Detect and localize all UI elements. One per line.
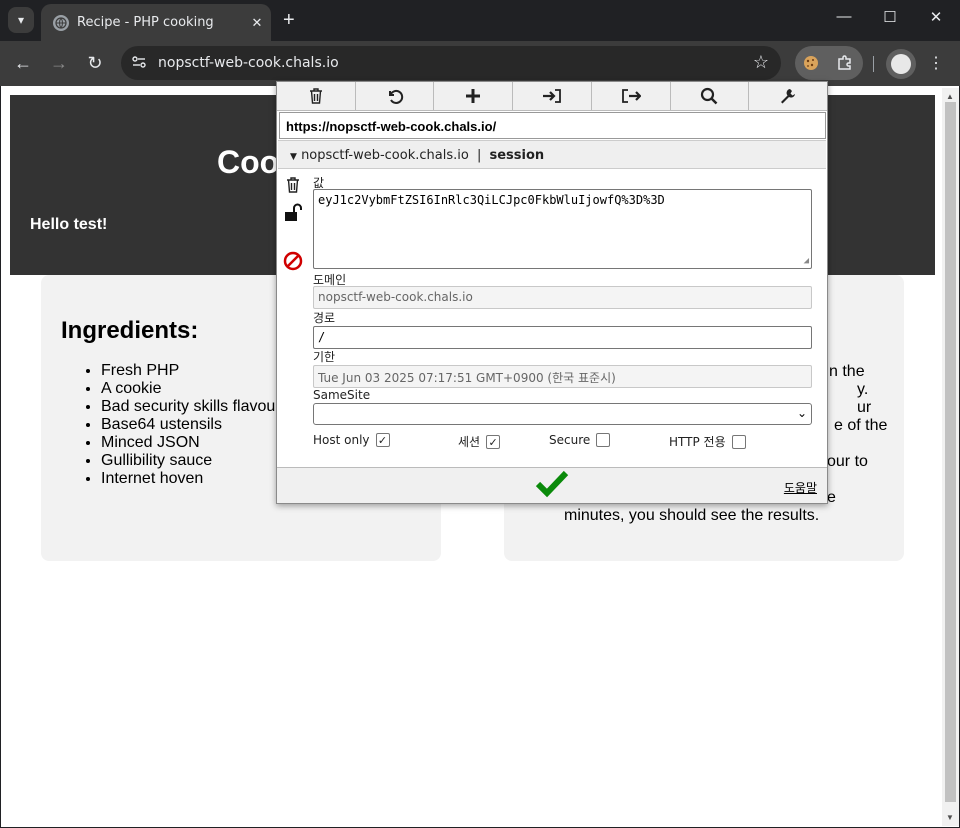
scroll-down-arrow[interactable]: ▼ bbox=[946, 813, 954, 822]
value-text: eyJ1c2VybmFtZSI6InRlc3QiLCJpc0FkbWluIjow… bbox=[318, 193, 665, 207]
instruction-fragment: minutes, you should see the results. bbox=[564, 507, 820, 524]
tab-search-button[interactable]: ▾ bbox=[8, 7, 34, 33]
title-bar: ▾ Recipe - PHP cooking ✕ + — ☐ ✕ bbox=[0, 0, 960, 41]
cookie-editor-footer: 도움말 bbox=[277, 467, 827, 503]
trash-icon[interactable] bbox=[277, 82, 356, 110]
close-icon[interactable]: ✕ bbox=[243, 15, 271, 31]
toolbar-separator bbox=[873, 56, 874, 72]
trash-icon[interactable] bbox=[283, 176, 303, 196]
expires-field: Tue Jun 03 2025 07:17:51 GMT+0900 (한국 표준… bbox=[313, 365, 812, 388]
unlock-icon[interactable] bbox=[283, 203, 303, 223]
path-label: 경로 bbox=[313, 311, 336, 325]
list-item: Bad security skills flavour bbox=[101, 398, 281, 416]
secure-checkbox[interactable] bbox=[596, 433, 611, 447]
forward-icon[interactable]: → bbox=[47, 53, 71, 73]
site-info-icon[interactable] bbox=[131, 54, 149, 72]
scroll-thumb[interactable] bbox=[945, 102, 956, 802]
chevron-down-icon: ▼ bbox=[290, 152, 297, 162]
list-item: Gullibility sauce bbox=[101, 452, 281, 470]
list-item: Internet hoven bbox=[101, 470, 281, 488]
cookie-header[interactable]: ▼ nopsctf-web-cook.chals.io | session bbox=[278, 140, 826, 169]
puzzle-icon[interactable] bbox=[827, 46, 863, 80]
samesite-label: SameSite bbox=[313, 388, 371, 402]
instruction-fragment: our to bbox=[827, 453, 868, 470]
help-link[interactable]: 도움말 bbox=[784, 479, 817, 496]
list-item: Fresh PHP bbox=[101, 362, 281, 380]
cookie-name: session bbox=[489, 148, 545, 163]
httponly-option: HTTP 전용 bbox=[669, 433, 746, 450]
samesite-select[interactable]: ⌄ bbox=[313, 403, 812, 425]
instruction-fragment: e bbox=[827, 489, 836, 506]
secure-option: Secure bbox=[549, 433, 611, 447]
list-item: Minced JSON bbox=[101, 434, 281, 452]
back-icon[interactable]: ← bbox=[11, 53, 35, 73]
value-textarea[interactable]: eyJ1c2VybmFtZSI6InRlc3QiLCJpc0FkbWluIjow… bbox=[313, 189, 812, 269]
page-title: Coo bbox=[217, 144, 280, 180]
wrench-icon[interactable] bbox=[749, 82, 827, 110]
header-separator: | bbox=[476, 148, 482, 163]
cookie-editor-popup: https://nopsctf-web-cook.chals.io/ ▼ nop… bbox=[276, 81, 828, 504]
cookie-icon[interactable] bbox=[795, 46, 827, 80]
secure-label: Secure bbox=[549, 433, 591, 447]
globe-icon bbox=[53, 14, 69, 31]
menu-icon[interactable]: ⋮ bbox=[928, 53, 944, 73]
resize-handle[interactable]: ◢ bbox=[804, 256, 809, 266]
session-checkbox[interactable]: ✓ bbox=[486, 434, 501, 449]
browser-toolbar: ← → ↻ nopsctf-web-cook.chals.io ☆ ⋮ bbox=[0, 41, 960, 86]
chevron-down-icon: ⌄ bbox=[796, 406, 807, 420]
instruction-fragment: e of the bbox=[834, 417, 888, 434]
domain-field: nopsctf-web-cook.chals.io bbox=[313, 286, 812, 309]
expires-label: 기한 bbox=[313, 350, 336, 364]
httponly-label: HTTP 전용 bbox=[669, 435, 726, 449]
avatar[interactable] bbox=[886, 49, 916, 79]
check-icon[interactable] bbox=[535, 469, 569, 507]
undo-icon[interactable] bbox=[356, 82, 435, 110]
httponly-checkbox[interactable] bbox=[731, 434, 746, 449]
list-item: A cookie bbox=[101, 380, 281, 398]
import-icon[interactable] bbox=[513, 82, 592, 110]
list-item: Base64 ustensils bbox=[101, 416, 281, 434]
hostonly-checkbox[interactable]: ✓ bbox=[375, 433, 390, 447]
instruction-fragment: ur bbox=[857, 399, 872, 416]
plus-icon[interactable]: + bbox=[283, 9, 295, 32]
cookie-editor-toolbar bbox=[277, 82, 827, 111]
reload-icon[interactable]: ↻ bbox=[83, 53, 107, 73]
hostonly-label: Host only bbox=[313, 433, 370, 447]
plus-icon[interactable] bbox=[434, 82, 514, 110]
session-label: 세션 bbox=[458, 435, 481, 449]
cookie-url-input[interactable]: https://nopsctf-web-cook.chals.io/ bbox=[279, 112, 826, 139]
maximize-button[interactable]: ☐ bbox=[867, 8, 913, 26]
scroll-up-arrow[interactable]: ▲ bbox=[946, 92, 954, 101]
instruction-fragment: y. bbox=[857, 381, 869, 398]
session-option: 세션 ✓ bbox=[458, 433, 501, 450]
cookie-domain-header: nopsctf-web-cook.chals.io bbox=[301, 148, 469, 163]
instruction-fragment: n the bbox=[829, 363, 865, 380]
hostonly-option: Host only ✓ bbox=[313, 433, 390, 447]
path-field[interactable]: / bbox=[313, 326, 812, 349]
tab-title: Recipe - PHP cooking bbox=[77, 15, 214, 30]
export-icon[interactable] bbox=[592, 82, 671, 110]
star-icon[interactable]: ☆ bbox=[753, 52, 769, 73]
ingredients-heading: Ingredients: bbox=[61, 317, 199, 344]
block-icon[interactable] bbox=[283, 251, 303, 271]
greeting-text: Hello test! bbox=[30, 216, 108, 233]
url-text: nopsctf-web-cook.chals.io bbox=[158, 55, 339, 71]
close-window-button[interactable]: ✕ bbox=[913, 8, 959, 26]
minimize-button[interactable]: — bbox=[821, 8, 867, 25]
address-bar[interactable]: nopsctf-web-cook.chals.io ☆ bbox=[121, 46, 781, 80]
search-icon[interactable] bbox=[671, 82, 750, 110]
scrollbar[interactable]: ▲ ▼ bbox=[942, 88, 959, 826]
ingredients-list: Fresh PHP A cookie Bad security skills f… bbox=[101, 362, 281, 488]
tab-recipe[interactable]: Recipe - PHP cooking ✕ bbox=[41, 4, 271, 41]
